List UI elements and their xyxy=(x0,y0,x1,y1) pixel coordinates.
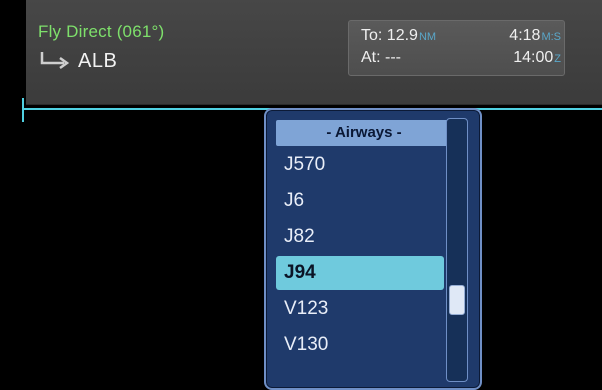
airway-item-j570[interactable]: J570 xyxy=(276,148,444,182)
eta-value: 14:00 xyxy=(513,49,554,66)
navigation-data-box: To: 12.9NM 4:18M:S At: --- 14:00Z xyxy=(348,20,565,76)
to-distance-value: 12.9 xyxy=(386,27,418,44)
map-edge-tick xyxy=(22,98,24,122)
scrollbar-thumb[interactable] xyxy=(449,285,465,315)
to-label: To: xyxy=(361,27,383,44)
fly-direct-title: Fly Direct (061°) xyxy=(38,22,165,41)
airways-dropdown-header: - Airways - xyxy=(276,120,452,146)
at-value: --- xyxy=(385,49,401,66)
mfd-screen: Fly Direct (061°) ALB To: 12.9NM 4:18M:S… xyxy=(0,0,602,390)
distance-unit: NM xyxy=(418,31,437,43)
airway-item-v130[interactable]: V130 xyxy=(276,328,444,362)
airway-item-j6[interactable]: J6 xyxy=(276,184,444,218)
arrow-turn-right-icon xyxy=(40,52,70,70)
time-unit: M:S xyxy=(541,31,561,43)
altitude-field: At: --- xyxy=(361,49,401,67)
eta-unit: Z xyxy=(554,53,561,65)
airways-dropdown[interactable]: - Airways - J570 J6 J82 J94 V123 V130 xyxy=(264,108,482,390)
airway-item-j82[interactable]: J82 xyxy=(276,220,444,254)
dropdown-scrollbar[interactable] xyxy=(446,118,468,382)
time-to-go-value: 4:18 xyxy=(509,27,541,44)
destination-id: ALB xyxy=(78,50,118,72)
airway-item-v123[interactable]: V123 xyxy=(276,292,444,326)
at-label: At: xyxy=(361,49,381,66)
to-row: To: 12.9NM 4:18M:S xyxy=(361,27,561,47)
distance-field: To: 12.9NM xyxy=(361,27,436,45)
airway-item-j94-selected[interactable]: J94 xyxy=(276,256,444,290)
time-field: 4:18M:S xyxy=(509,27,561,45)
eta-field: 14:00Z xyxy=(513,49,561,67)
at-row: At: --- 14:00Z xyxy=(361,49,561,69)
